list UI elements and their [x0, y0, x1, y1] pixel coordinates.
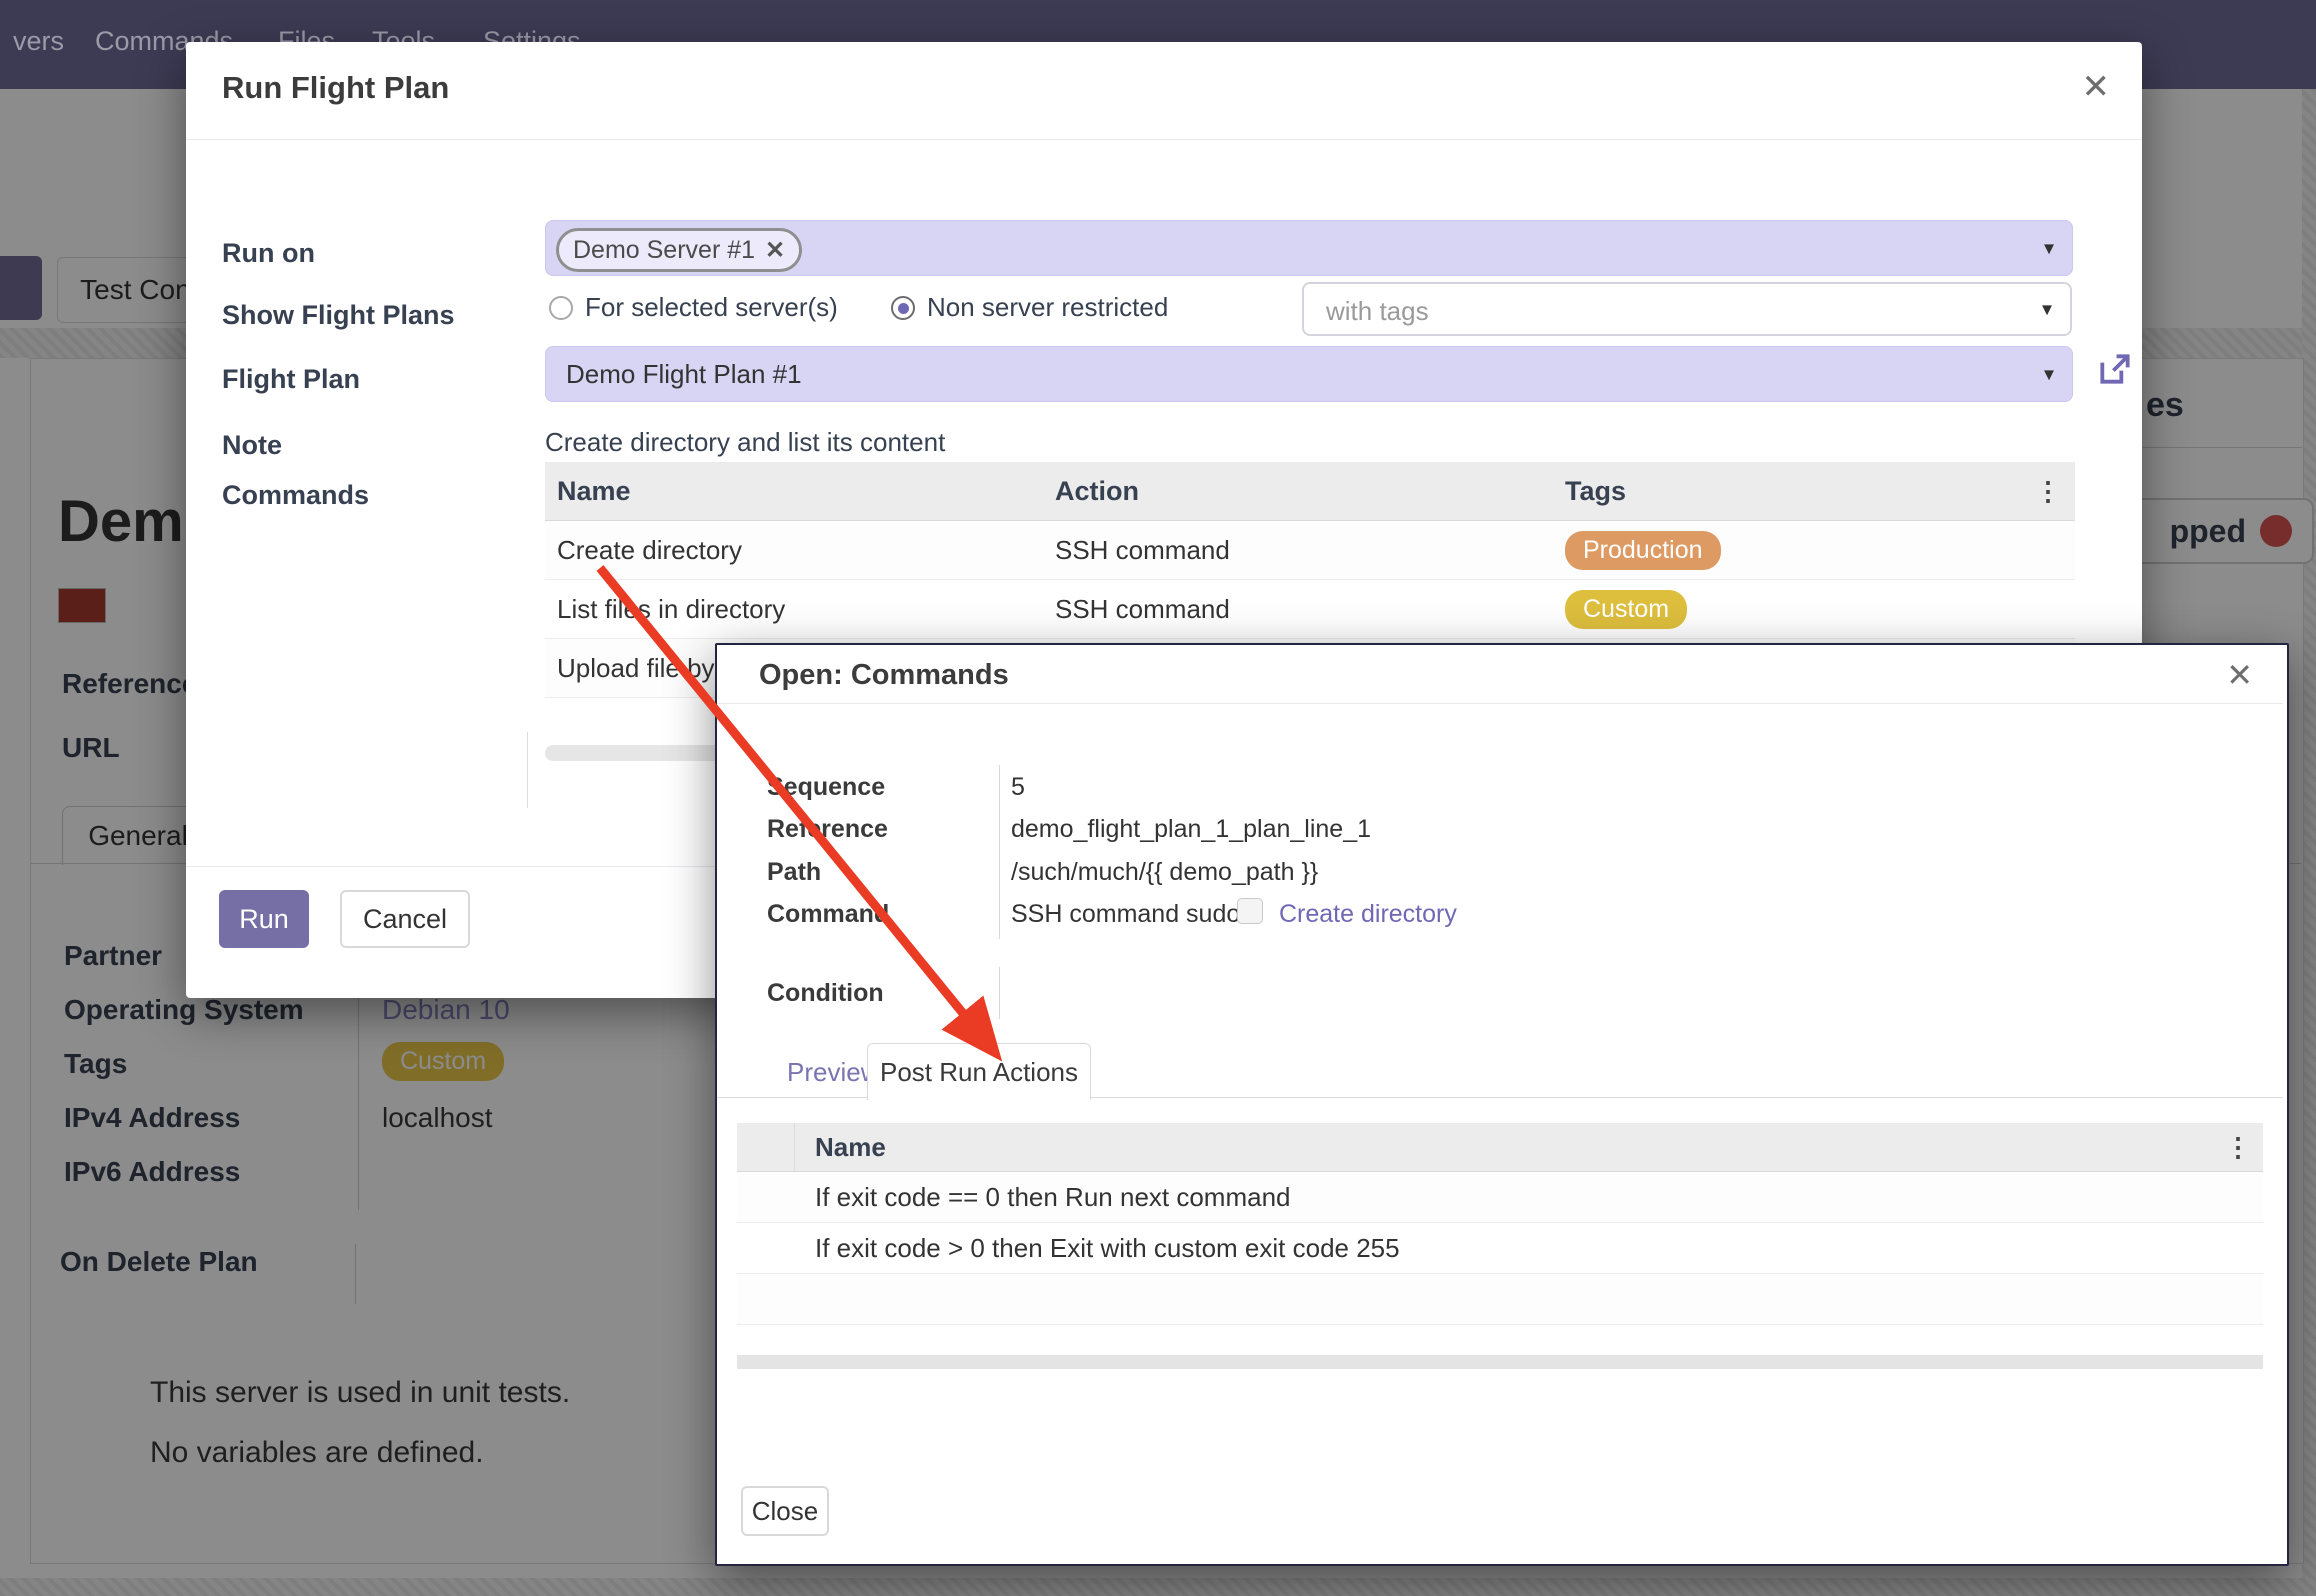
radio-non-server-restricted-label: Non server restricted — [927, 292, 1168, 323]
server-chip[interactable]: Demo Server #1 ✕ — [556, 228, 802, 272]
path-label: Path — [767, 858, 821, 887]
cell-action: SSH command — [1055, 594, 1565, 625]
external-link-icon[interactable] — [2096, 350, 2134, 388]
command-link[interactable]: Create directory — [1279, 900, 1457, 929]
selector-column — [737, 1123, 795, 1171]
col-name[interactable]: Name — [795, 1132, 2225, 1163]
close-icon[interactable]: ✕ — [2082, 70, 2111, 104]
flight-plan-select[interactable]: Demo Flight Plan #1 ▾ — [545, 346, 2073, 402]
tag-badge-custom: Custom — [1565, 590, 1687, 629]
action-row-exit-0[interactable]: If exit code == 0 then Run next command — [737, 1172, 2263, 1223]
modal-title: Open: Commands — [759, 659, 1009, 692]
radio-for-selected-servers[interactable] — [549, 296, 573, 320]
command-checkbox[interactable] — [1237, 898, 1263, 924]
table-options-icon[interactable]: ⋮ — [2035, 476, 2075, 507]
fields-column-separator — [999, 765, 1000, 939]
commands-label: Commands — [222, 480, 369, 511]
col-tags[interactable]: Tags — [1565, 476, 2035, 507]
reference-value: demo_flight_plan_1_plan_line_1 — [1011, 815, 1371, 844]
with-tags-select[interactable]: with tags ▾ — [1302, 282, 2072, 336]
list-scrollbar[interactable] — [737, 1355, 2263, 1369]
command-row-create-directory[interactable]: Create directory SSH command Production — [545, 521, 2075, 580]
run-on-label: Run on — [222, 238, 315, 269]
chevron-down-icon[interactable]: ▾ — [2042, 297, 2052, 322]
post-run-actions-table: Name ⋮ If exit code == 0 then Run next c… — [737, 1123, 2263, 1369]
reference-label: Reference — [767, 815, 888, 844]
with-tags-placeholder: with tags — [1326, 296, 1429, 327]
flight-plan-label: Flight Plan — [222, 364, 360, 395]
cell-name: Create directory — [545, 535, 1055, 566]
flight-plan-value: Demo Flight Plan #1 — [566, 359, 802, 390]
commands-table-header: Name Action Tags ⋮ — [545, 462, 2075, 521]
path-value: /such/much/{{ demo_path }} — [1011, 858, 1318, 887]
col-action[interactable]: Action — [1055, 476, 1565, 507]
close-icon[interactable]: ✕ — [2226, 659, 2253, 691]
table-options-icon[interactable]: ⋮ — [2225, 1132, 2263, 1163]
command-row-list-files[interactable]: List files in directory SSH command Cust… — [545, 580, 2075, 639]
radio-non-server-restricted[interactable] — [891, 296, 915, 320]
modal-header-divider — [717, 703, 2283, 704]
condition-separator — [999, 967, 1000, 1019]
cell-name: List files in directory — [545, 594, 1055, 625]
screen: vers Commands Files Tools Settings Test … — [0, 0, 2316, 1596]
col-name[interactable]: Name — [545, 476, 1055, 507]
radio-for-selected-servers-label: For selected server(s) — [585, 292, 838, 323]
run-on-select[interactable]: Demo Server #1 ✕ ▾ — [545, 220, 2073, 276]
empty-row — [737, 1325, 2263, 1355]
run-button[interactable]: Run — [219, 890, 309, 948]
modal-header-divider — [186, 139, 2142, 140]
server-chip-label: Demo Server #1 — [573, 236, 755, 265]
cell-action: SSH command — [1055, 535, 1565, 566]
nav-item-servers[interactable]: vers — [13, 26, 64, 57]
tab-post-run-actions[interactable]: Post Run Actions — [867, 1043, 1091, 1100]
action-row-exit-gt0[interactable]: If exit code > 0 then Exit with custom e… — [737, 1223, 2263, 1274]
cell-name: If exit code > 0 then Exit with custom e… — [737, 1233, 1400, 1264]
cell-name: If exit code == 0 then Run next command — [737, 1182, 1291, 1213]
chevron-down-icon[interactable]: ▾ — [2044, 362, 2054, 387]
commands-group-separator — [527, 732, 528, 808]
note-label: Note — [222, 430, 282, 461]
open-commands-modal: Open: Commands ✕ Sequence 5 Reference de… — [715, 643, 2289, 1566]
show-flight-plans-label: Show Flight Plans — [222, 300, 455, 331]
close-button[interactable]: Close — [741, 1486, 829, 1536]
note-value: Create directory and list its content — [545, 427, 945, 458]
modal-title: Run Flight Plan — [222, 70, 449, 106]
sequence-label: Sequence — [767, 773, 885, 802]
command-value-prefix: SSH command sudo — [1011, 900, 1240, 929]
command-label: Command — [767, 900, 889, 929]
chevron-down-icon[interactable]: ▾ — [2044, 236, 2054, 261]
actions-table-header: Name ⋮ — [737, 1123, 2263, 1172]
tab-preview[interactable]: Preview — [787, 1057, 879, 1088]
condition-label: Condition — [767, 979, 884, 1008]
cancel-button[interactable]: Cancel — [340, 890, 470, 948]
tag-badge-production: Production — [1565, 531, 1721, 570]
chip-remove-icon[interactable]: ✕ — [765, 236, 785, 265]
empty-row — [737, 1274, 2263, 1325]
sequence-value: 5 — [1011, 773, 1025, 802]
